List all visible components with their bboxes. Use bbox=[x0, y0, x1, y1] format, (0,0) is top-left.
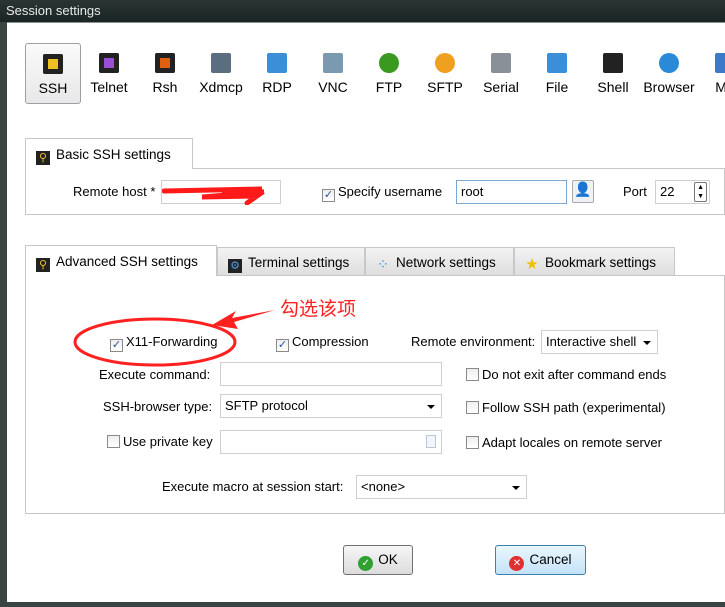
gem-icon bbox=[99, 53, 119, 73]
ok-button[interactable]: ✓ OK bbox=[343, 545, 413, 575]
remote-environment-select[interactable]: Interactive shell bbox=[541, 330, 658, 354]
chevron-down-icon bbox=[512, 486, 520, 490]
protocol-label: Shell bbox=[597, 79, 629, 95]
protocol-rdp[interactable]: RDP bbox=[249, 43, 305, 104]
execute-command-label: Execute command: bbox=[99, 367, 211, 382]
protocol-xdmcp[interactable]: Xdmcp bbox=[193, 43, 249, 104]
star-icon: ★ bbox=[525, 256, 539, 273]
protocol-serial[interactable]: Serial bbox=[473, 43, 529, 104]
remote-environment-label: Remote environment: bbox=[411, 334, 536, 349]
compression-checkbox[interactable]: ✓ Compression bbox=[276, 334, 369, 352]
tab-basic-ssh-settings[interactable]: ⚲ Basic SSH settings bbox=[25, 138, 193, 169]
file-monitor-icon bbox=[547, 53, 567, 73]
green-globe-icon bbox=[379, 53, 399, 73]
protocol-telnet[interactable]: Telnet bbox=[81, 43, 137, 104]
protocol-label: Browser bbox=[643, 79, 695, 95]
protocol-rsh[interactable]: Rsh bbox=[137, 43, 193, 104]
protocol-label: Xdmcp bbox=[199, 79, 243, 95]
protocol-sftp[interactable]: SFTP bbox=[417, 43, 473, 104]
windows-monitor-icon bbox=[267, 53, 287, 73]
plug-icon bbox=[491, 53, 511, 73]
tab-terminal-settings[interactable]: ⚙ Terminal settings bbox=[217, 247, 365, 275]
use-private-key-checkbox[interactable]: Use private key bbox=[107, 434, 213, 449]
remote-host-label: Remote host * bbox=[73, 184, 156, 199]
checkbox-unchecked[interactable] bbox=[466, 401, 479, 414]
protocol-shell[interactable]: Shell bbox=[585, 43, 641, 104]
protocol-label: Serial bbox=[483, 79, 519, 95]
protocol-label: Rsh bbox=[152, 79, 178, 95]
protocol-label: VNC bbox=[318, 79, 348, 95]
protocol-mo[interactable]: Mo bbox=[697, 43, 725, 104]
check-icon: ✓ bbox=[358, 556, 374, 571]
protocol-ssh[interactable]: SSH bbox=[25, 43, 81, 104]
vnc-monitor-icon bbox=[323, 53, 343, 73]
port-spinner[interactable]: 22 ▲ ▼ bbox=[655, 180, 710, 204]
terminal-settings-icon: ⚙ bbox=[228, 259, 242, 273]
globe-icon bbox=[659, 53, 679, 73]
tab-advanced-ssh-settings[interactable]: ⚲ Advanced SSH settings bbox=[25, 245, 217, 276]
follow-ssh-path-checkbox[interactable]: Follow SSH path (experimental) bbox=[466, 400, 666, 415]
annotation-text: 勾选该项 bbox=[280, 299, 357, 320]
do-not-exit-checkbox[interactable]: Do not exit after command ends bbox=[466, 367, 666, 382]
checkbox-unchecked[interactable] bbox=[107, 435, 120, 448]
gears-icon bbox=[155, 53, 175, 73]
private-key-input[interactable] bbox=[220, 430, 442, 454]
checkbox-checked[interactable]: ✓ bbox=[322, 189, 335, 202]
protocol-label: FTP bbox=[375, 79, 403, 95]
user-icon: 👤 bbox=[574, 181, 592, 197]
window-title: Session settings bbox=[6, 3, 101, 18]
execute-macro-select[interactable]: <none> bbox=[356, 475, 527, 499]
ssh-browser-type-label: SSH-browser type: bbox=[103, 399, 213, 414]
cancel-button[interactable]: ✕ Cancel bbox=[495, 545, 586, 575]
network-icon: ⁘ bbox=[377, 256, 389, 272]
protocol-label: RDP bbox=[262, 79, 292, 95]
execute-macro-label: Execute macro at session start: bbox=[162, 479, 344, 494]
spinner-arrows-icon[interactable]: ▲ ▼ bbox=[694, 182, 707, 202]
remote-host-input[interactable] bbox=[161, 180, 281, 205]
x-monitor-icon bbox=[211, 53, 231, 73]
execute-command-input[interactable] bbox=[220, 362, 442, 386]
orange-globe-icon bbox=[435, 53, 455, 73]
checkbox-checked[interactable]: ✓ bbox=[276, 339, 289, 352]
protocol-label: File bbox=[545, 79, 569, 95]
protocol-vnc[interactable]: VNC bbox=[305, 43, 361, 104]
close-icon: ✕ bbox=[509, 556, 525, 571]
title-bar: Session settings bbox=[0, 0, 725, 22]
x11-forwarding-checkbox[interactable]: ✓ X11-Forwarding bbox=[110, 334, 218, 352]
user-key-button[interactable]: 👤 bbox=[572, 180, 594, 203]
chevron-down-icon bbox=[427, 405, 435, 409]
satellite-icon bbox=[715, 53, 725, 73]
redaction-scribble bbox=[162, 186, 266, 205]
protocol-label: SSH bbox=[38, 80, 68, 96]
checkbox-unchecked[interactable] bbox=[466, 368, 479, 381]
chevron-down-icon bbox=[643, 341, 651, 345]
protocol-label: SFTP bbox=[427, 79, 463, 95]
key-icon: ⚲ bbox=[36, 258, 50, 272]
protocol-label: Telnet bbox=[90, 79, 128, 95]
ssh-browser-type-select[interactable]: SFTP protocol bbox=[220, 394, 442, 418]
protocol-label: Mo bbox=[715, 79, 725, 95]
file-browse-icon[interactable] bbox=[426, 435, 436, 448]
tab-network-settings[interactable]: ⁘ Network settings bbox=[365, 247, 514, 275]
terminal-icon bbox=[603, 53, 623, 73]
key-icon: ⚲ bbox=[36, 151, 50, 165]
username-input[interactable]: root bbox=[456, 180, 567, 204]
protocol-file[interactable]: File bbox=[529, 43, 585, 104]
checkbox-checked[interactable]: ✓ bbox=[110, 339, 123, 352]
port-label: Port bbox=[623, 184, 647, 199]
protocol-browser[interactable]: Browser bbox=[641, 43, 697, 104]
specify-username-checkbox[interactable]: ✓ Specify username bbox=[322, 184, 442, 202]
tab-bookmark-settings[interactable]: ★ Bookmark settings bbox=[514, 247, 675, 275]
key-icon bbox=[43, 54, 63, 74]
checkbox-unchecked[interactable] bbox=[466, 436, 479, 449]
protocol-ftp[interactable]: FTP bbox=[361, 43, 417, 104]
adapt-locales-checkbox[interactable]: Adapt locales on remote server bbox=[466, 435, 662, 450]
